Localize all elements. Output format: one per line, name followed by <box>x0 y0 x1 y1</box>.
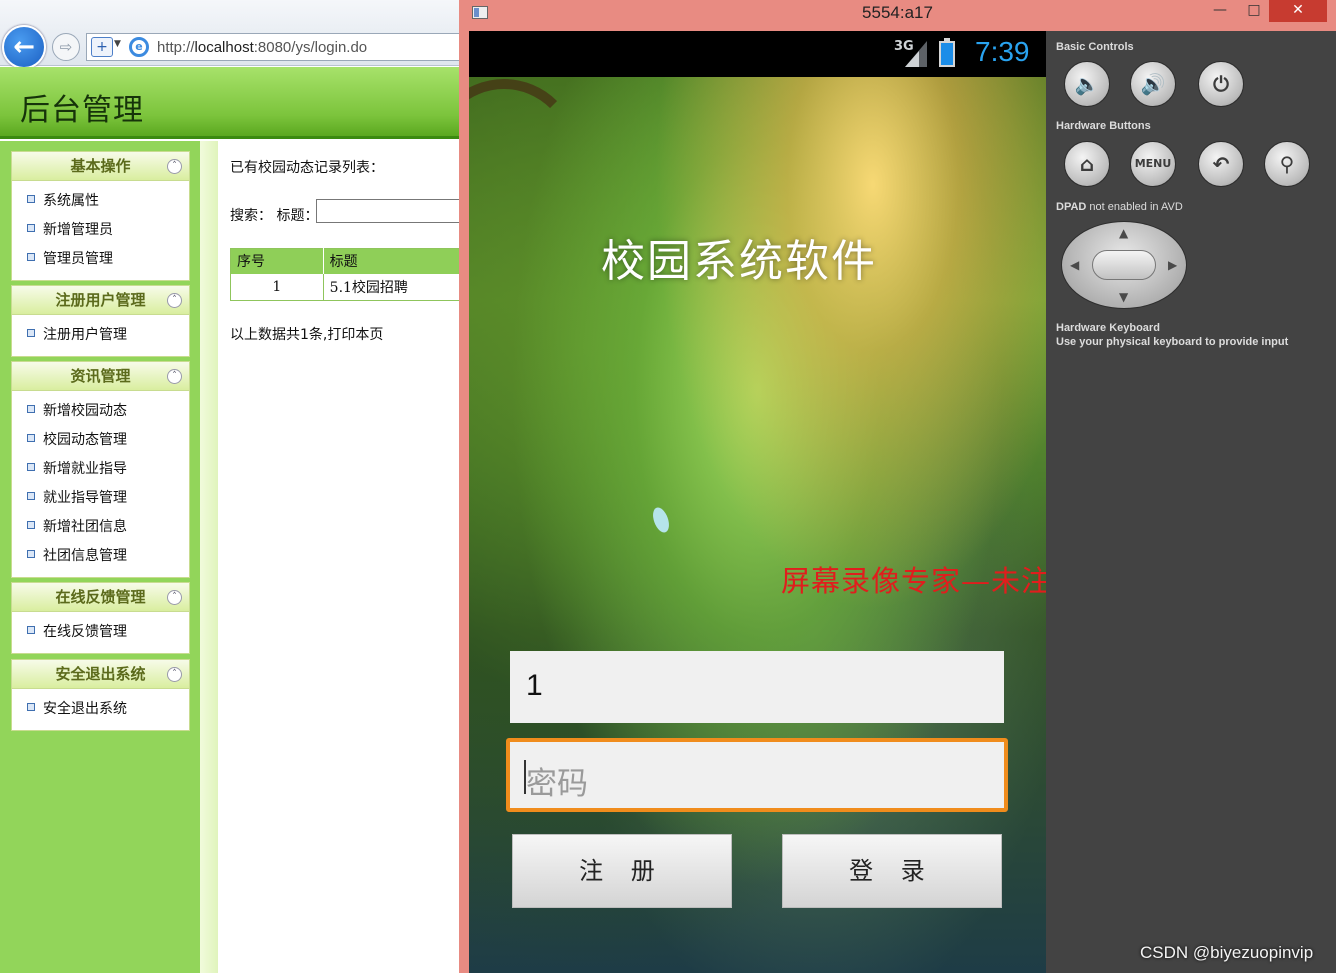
hardware-keyboard-hint: Use your physical keyboard to provide in… <box>1056 336 1289 348</box>
search-row: 搜索： 标题： <box>230 199 496 225</box>
menu-item-admin-manage[interactable]: 管理员管理 <box>12 245 189 274</box>
menu-group-header[interactable]: 基本操作 ˄ <box>11 151 190 181</box>
register-button[interactable]: 注 册 <box>512 834 732 908</box>
battery-icon <box>939 38 955 67</box>
volume-down-icon[interactable]: 🔈 <box>1064 61 1110 107</box>
menu-item-feedback-manage[interactable]: 在线反馈管理 <box>12 618 189 647</box>
content-heading: 已有校园动态记录列表： <box>230 160 384 176</box>
app-title: 校园系统软件 <box>601 236 877 287</box>
background-decoration <box>469 79 579 229</box>
dpad-control[interactable]: ▲ ▼ ◀ ▶ <box>1061 221 1187 309</box>
menu-group-news: 资讯管理 ˄ 新增校园动态 校园动态管理 新增就业指导 就业指导管理 新增社团信息… <box>11 361 190 578</box>
menu-item-add-club[interactable]: 新增社团信息 <box>12 513 189 542</box>
minimize-button[interactable]: — <box>1205 0 1235 22</box>
app-login-screen: 校园系统软件 屏幕录像专家—未注册 1 密码 注 册 登 录 <box>469 77 1046 973</box>
emulator-titlebar[interactable]: 5554:a17 — □ ✕ <box>459 0 1336 30</box>
admin-sidebar: 基本操作 ˄ 系统属性 新增管理员 管理员管理 注册用户管理 ˄ 注册用户管理 资讯… <box>0 141 200 973</box>
phone-display: 3G 7:39 校园系统软件 屏幕录像专家—未注册 1 密码 注 册 登 录 <box>469 31 1046 973</box>
address-bar[interactable]: + ▼ e http://localhost:8080/ys/login.do <box>86 33 466 61</box>
menu-group-header[interactable]: 在线反馈管理 ˄ <box>11 582 190 612</box>
collapse-icon[interactable]: ˄ <box>167 159 182 174</box>
dpad-down-icon[interactable]: ▼ <box>1119 290 1128 304</box>
password-placeholder: 密码 <box>526 766 588 802</box>
menu-group-feedback: 在线反馈管理 ˄ 在线反馈管理 <box>11 582 190 654</box>
back-icon[interactable]: ↶ <box>1198 141 1244 187</box>
search-icon[interactable]: ⚲ <box>1264 141 1310 187</box>
butterfly-decoration <box>649 505 673 535</box>
menu-item-add-admin[interactable]: 新增管理员 <box>12 216 189 245</box>
hardware-buttons-label: Hardware Buttons <box>1056 120 1151 132</box>
dpad-center-button[interactable] <box>1092 250 1156 280</box>
table-summary: 以上数据共1条,打印本页 <box>230 327 384 343</box>
search-title-label: 标题： <box>276 208 319 224</box>
table-header-cell: 序号 <box>230 248 324 274</box>
emulator-window: 5554:a17 — □ ✕ 3G 7:39 校园系统软件 屏幕录像专家—未注册… <box>459 0 1336 973</box>
android-status-bar: 3G 7:39 <box>469 31 1046 77</box>
password-field[interactable]: 密码 <box>506 738 1008 812</box>
signal-icon <box>905 41 927 67</box>
menu-group-header[interactable]: 资讯管理 ˄ <box>11 361 190 391</box>
search-label: 搜索： <box>230 208 272 224</box>
menu-item-user-manage[interactable]: 注册用户管理 <box>12 321 189 350</box>
menu-item-club-manage[interactable]: 社团信息管理 <box>12 542 189 571</box>
back-arrow-icon[interactable]: ← <box>2 25 46 69</box>
collapse-icon[interactable]: ˄ <box>167 590 182 605</box>
collapse-icon[interactable]: ˄ <box>167 293 182 308</box>
login-button[interactable]: 登 录 <box>782 834 1002 908</box>
username-field[interactable]: 1 <box>510 651 1004 723</box>
menu-group-header[interactable]: 安全退出系统 ˄ <box>11 659 190 689</box>
dpad-right-icon[interactable]: ▶ <box>1168 258 1177 272</box>
chevron-down-icon[interactable]: ▼ <box>114 39 121 49</box>
volume-up-icon[interactable]: 🔊 <box>1130 61 1176 107</box>
collapse-icon[interactable]: ˄ <box>167 369 182 384</box>
hardware-keyboard-label: Hardware Keyboard <box>1056 322 1160 334</box>
menu-item-career-manage[interactable]: 就业指导管理 <box>12 484 189 513</box>
dpad-up-icon[interactable]: ▲ <box>1119 226 1128 240</box>
power-icon[interactable]: ⏻ <box>1198 61 1244 107</box>
menu-group-header[interactable]: 注册用户管理 ˄ <box>11 285 190 315</box>
url-text[interactable]: http://localhost:8080/ys/login.do <box>157 39 367 56</box>
menu-button[interactable]: MENU <box>1130 141 1176 187</box>
forward-arrow-icon[interactable]: ⇨ <box>52 33 80 61</box>
collapse-icon[interactable]: ˄ <box>167 667 182 682</box>
menu-item-system-props[interactable]: 系统属性 <box>12 187 189 216</box>
menu-item-add-career[interactable]: 新增就业指导 <box>12 455 189 484</box>
admin-title: 后台管理 <box>20 93 144 128</box>
csdn-watermark: CSDN @biyezuopinvip <box>1140 943 1314 962</box>
menu-item-add-campus-news[interactable]: 新增校园动态 <box>12 397 189 426</box>
sidebar-splitter[interactable] <box>200 141 218 973</box>
table-cell-index: 1 <box>230 273 324 301</box>
maximize-button[interactable]: □ <box>1239 0 1269 22</box>
status-time: 7:39 <box>975 36 1030 67</box>
home-icon[interactable]: ⌂ <box>1064 141 1110 187</box>
ie-logo-icon: e <box>129 37 149 57</box>
dpad-label: DPAD not enabled in AVD <box>1056 201 1183 213</box>
basic-controls-label: Basic Controls <box>1056 41 1134 53</box>
menu-item-logout[interactable]: 安全退出系统 <box>12 695 189 724</box>
dpad-left-icon[interactable]: ◀ <box>1070 258 1079 272</box>
security-shield-icon[interactable]: + <box>91 37 113 57</box>
menu-group-basic: 基本操作 ˄ 系统属性 新增管理员 管理员管理 <box>11 151 190 281</box>
menu-group-logout: 安全退出系统 ˄ 安全退出系统 <box>11 659 190 731</box>
menu-item-campus-news-manage[interactable]: 校园动态管理 <box>12 426 189 455</box>
username-value: 1 <box>526 669 543 702</box>
recorder-watermark: 屏幕录像专家—未注册 <box>781 564 1046 598</box>
emulator-controls-panel: Basic Controls 🔈 🔊 ⏻ Hardware Buttons ⌂ … <box>1046 31 1336 973</box>
menu-group-users: 注册用户管理 ˄ 注册用户管理 <box>11 285 190 357</box>
close-button[interactable]: ✕ <box>1269 0 1327 22</box>
